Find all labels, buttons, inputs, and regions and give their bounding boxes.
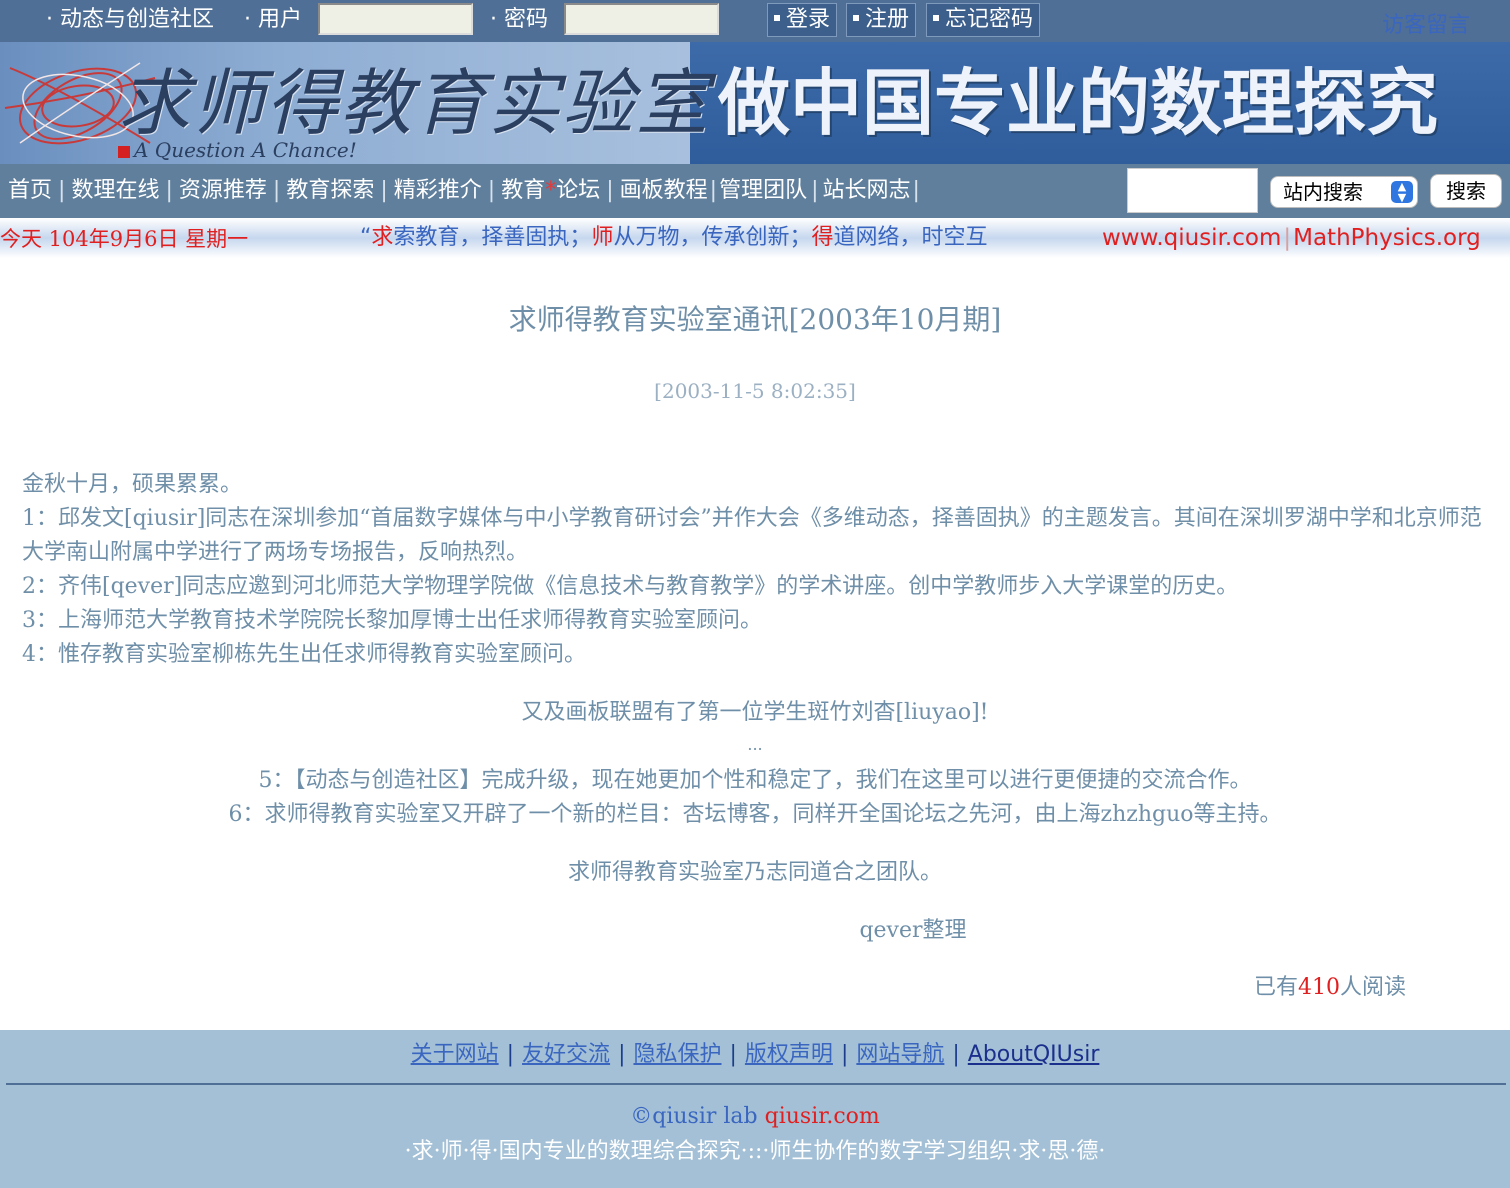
star-mark: * <box>545 178 557 203</box>
url-qiusir[interactable]: www.qiusir.com <box>1102 225 1281 251</box>
read-count-post: 人阅读 <box>1340 975 1407 1000</box>
copyright-text: ©qiusir lab <box>630 1104 758 1129</box>
article-item-2: 2：齐伟[qever]同志应邀到河北师范大学物理学院做《信息技术与教育教学》的学… <box>22 574 1239 599</box>
search-scope-value: 站内搜索 <box>1283 180 1363 204</box>
username-input[interactable] <box>318 3 473 35</box>
nav-item-home[interactable]: 首页 <box>8 178 52 203</box>
nav-item-forum[interactable]: 教育*论坛 <box>501 178 600 203</box>
footer-separator: | <box>506 1042 515 1067</box>
article-timestamp: [2003-11-5 8:02:35] <box>654 379 856 403</box>
header-banner: 求师得教育实验室 A Question A Chance! 做中国专业的数理探究 <box>0 42 1510 164</box>
community-link[interactable]: · 动态与创造社区 <box>46 5 214 35</box>
footer-separator: | <box>952 1042 960 1067</box>
article-item-6: 6：求师得教育实验室又开辟了一个新的栏目：杏坛博客，同样开全国论坛之先河，由上海… <box>228 802 1282 827</box>
copyright-site[interactable]: qiusir.com <box>765 1104 880 1129</box>
motto-char-shi: 师 <box>591 225 614 250</box>
article-intro: 金秋十月，硕果累累。 <box>22 472 243 497</box>
article-item-1: 1：邱发文[qiusir]同志在深圳参加“首届数字媒体与中小学教育研讨会”并作大… <box>22 506 1482 565</box>
nav-item-blog[interactable]: 站长网志 <box>823 178 911 203</box>
square-bullet-icon <box>933 15 939 21</box>
register-button[interactable]: 注册 <box>846 3 917 37</box>
nav-list: 首页 | 数理在线 | 资源推荐 | 教育探索 | 精彩推介 | 教育*论坛 | 画板教程|管理团队 | 站… <box>8 176 922 206</box>
motto-part-2: 从万物，传承创新； <box>613 225 812 250</box>
nav-item-highlights[interactable]: 精彩推介 <box>394 178 482 203</box>
nav-item-education-explore[interactable]: 教育探索 <box>286 178 374 203</box>
nav-item-resources[interactable]: 资源推荐 <box>179 178 267 203</box>
read-count-pre: 已有 <box>1254 975 1299 1000</box>
nav-separator: | <box>912 178 920 203</box>
ticker-bar: 今天 104年9月6日 星期一 “求索教育，择善固执；师从万物，传承创新；得道网… <box>0 218 1510 258</box>
nav-separator: | <box>811 178 819 203</box>
nav-separator: | <box>709 178 718 203</box>
article-closing: 求师得教育实验室乃志同道合之团队。 <box>567 860 942 885</box>
motto-char-qiu: 求 <box>371 225 394 250</box>
article-note: 又及画板联盟有了第一位学生斑竹刘杳[liuyao]! <box>521 700 989 725</box>
nav-separator: | <box>272 178 281 203</box>
guestbook-link[interactable]: 访客留言 <box>1382 12 1470 40</box>
footer-link-about[interactable]: 关于网站 <box>411 1042 499 1067</box>
password-input[interactable] <box>564 3 719 35</box>
square-bullet-icon <box>853 15 859 21</box>
login-button[interactable]: 登录 <box>767 3 838 37</box>
article-title: 求师得教育实验室通讯[2003年10月期] <box>508 303 1002 336</box>
user-label: · 用户 <box>244 7 302 32</box>
footer-separator: | <box>618 1042 626 1067</box>
nav-separator: | <box>487 178 496 203</box>
url-mathphysics[interactable]: MathPhysics.org <box>1293 225 1481 251</box>
nav-separator: | <box>606 178 614 203</box>
footer-link-sitemap[interactable]: 网站导航 <box>856 1042 944 1067</box>
nav-item-team[interactable]: 管理团队 <box>719 178 807 203</box>
nav-separator: | <box>165 178 173 203</box>
nav-item-sketchpad[interactable]: 画板教程 <box>620 178 708 203</box>
site-slogan: 做中国专业的数理探究 <box>718 61 1439 145</box>
footer-link-friends[interactable]: 友好交流 <box>522 1042 610 1067</box>
forgot-password-button[interactable]: 忘记密码 <box>926 3 1041 37</box>
motto-part-1: 索教育，择善固执； <box>393 225 592 250</box>
register-label: 注册 <box>865 7 910 32</box>
square-bullet-icon <box>774 15 780 21</box>
motto-char-de: 得 <box>811 225 834 250</box>
forum-label-a: 教育 <box>501 178 546 203</box>
article-item-3: 3：上海师范大学教育技术学院院长黎加厚博士出任求师得教育实验室顾问。 <box>22 608 762 633</box>
login-label: 登录 <box>786 7 831 32</box>
footer-copyright: ©qiusir lab qiusir.com <box>0 1102 1510 1132</box>
subtitle-text: A Question A Chance! <box>134 138 357 162</box>
current-date: 今天 104年9月6日 星期一 <box>0 227 249 251</box>
site-title: 求师得教育实验室 <box>118 61 711 145</box>
red-square-icon <box>118 145 130 158</box>
read-count: 已有410人阅读 <box>1254 972 1406 1004</box>
password-label: · 密码 <box>490 7 548 32</box>
chevron-updown-icon: ▲ ▼ <box>1391 181 1413 203</box>
article-ellipsis: ... <box>747 735 763 754</box>
search-button[interactable]: 搜索 <box>1430 174 1502 208</box>
footer-link-copyright[interactable]: 版权声明 <box>745 1042 833 1067</box>
footer-link-privacy[interactable]: 隐私保护 <box>633 1042 721 1067</box>
article-item-4: 4：惟存教育实验室柳栋先生出任求师得教育实验室顾问。 <box>22 642 586 667</box>
footer-separator: | <box>840 1042 849 1067</box>
nav-separator: | <box>58 178 66 203</box>
nav-item-math-online[interactable]: 数理在线 <box>71 178 159 203</box>
url-separator: | <box>1283 225 1292 251</box>
footer-separator: | <box>729 1042 737 1067</box>
footer-divider <box>6 1083 1506 1085</box>
footer-link-about-qiusir[interactable]: AboutQIUsir <box>968 1042 1100 1067</box>
nav-separator: | <box>380 178 388 203</box>
search-scope-select[interactable]: 站内搜索 ▲ ▼ <box>1270 176 1418 208</box>
read-count-number: 410 <box>1298 975 1341 1000</box>
article-body: 金秋十月，硕果累累。 1：邱发文[qiusir]同志在深圳参加“首届数字媒体与中… <box>22 468 1492 672</box>
footer-motto: ·求·师·得·国内专业的数理综合探究·::·师生协作的数字学习组织·求·思·德· <box>404 1139 1106 1164</box>
site-subtitle: A Question A Chance! <box>118 138 357 162</box>
forgot-label: 忘记密码 <box>945 7 1034 32</box>
site-urls: www.qiusir.com|MathPhysics.org <box>1102 224 1481 252</box>
forum-label-b: 论坛 <box>556 178 601 203</box>
article-signature: qever整理 <box>859 918 967 943</box>
article-item-5: 5：【动态与创造社区】完成升级，现在她更加个性和稳定了，我们在这里可以进行更便捷… <box>258 768 1252 793</box>
top-login-bar: · 动态与创造社区 · 用户 · 密码 登录 注册 忘记密码 访客留言 <box>0 0 1510 42</box>
motto-part-3: 道网络，时空互 <box>833 225 988 250</box>
search-input[interactable] <box>1127 168 1258 213</box>
scrolling-motto: “求索教育，择善固执；师从万物，传承创新；得道网络，时空互 <box>360 224 1034 252</box>
footer-links: 关于网站 | 友好交流 | 隐私保护 | 版权声明 | 网站导航 | AboutQIUsir <box>0 1040 1510 1070</box>
quote-mark: “ <box>360 225 372 250</box>
